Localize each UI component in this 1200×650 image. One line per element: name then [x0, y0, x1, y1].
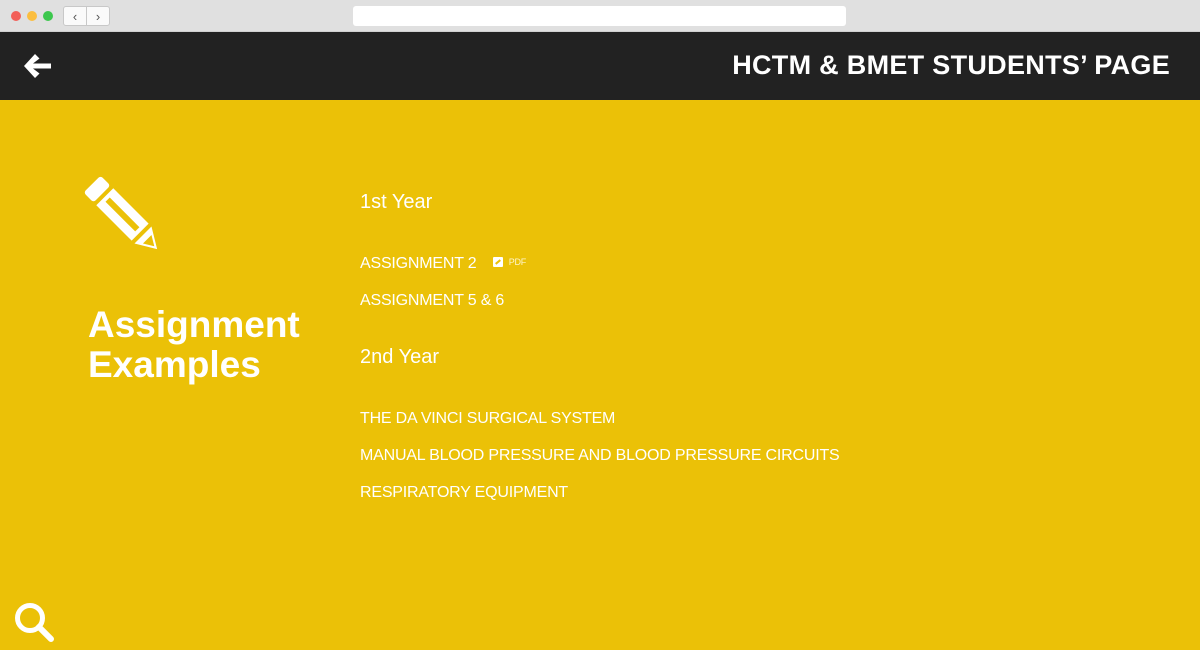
minimize-window-button[interactable] — [27, 11, 37, 21]
main-content: Assignment Examples 1st Year ASSIGNMENT … — [0, 100, 1200, 650]
assignment-link[interactable]: ASSIGNMENT 5 & 6 — [360, 292, 504, 310]
pdf-icon — [492, 256, 503, 267]
assignment-link[interactable]: RESPIRATORY EQUIPMENT — [360, 484, 568, 502]
site-header: HCTM & BMET STUDENTS’ PAGE — [0, 32, 1200, 100]
assignment-link-label: ASSIGNMENT 2 — [360, 255, 477, 272]
browser-back-button[interactable]: ‹ — [64, 7, 86, 25]
page-title-line-2: Examples — [88, 344, 261, 385]
address-bar[interactable] — [353, 6, 846, 26]
pdf-badge-label: PDF — [508, 256, 527, 267]
page-title: Assignment Examples — [88, 305, 300, 385]
search-icon[interactable] — [12, 600, 56, 644]
pdf-badge[interactable]: PDF — [492, 256, 527, 267]
pencil-icon — [80, 172, 172, 264]
browser-chrome: ‹ › — [0, 0, 1200, 32]
year-heading-1: 1st Year — [360, 191, 433, 213]
maximize-window-button[interactable] — [43, 11, 53, 21]
site-title: HCTM & BMET STUDENTS’ PAGE — [732, 50, 1170, 80]
year-heading-2: 2nd Year — [360, 346, 439, 368]
back-arrow-icon[interactable] — [20, 49, 54, 83]
assignment-link[interactable]: THE DA VINCI SURGICAL SYSTEM — [360, 410, 615, 428]
browser-nav-buttons: ‹ › — [63, 6, 110, 26]
browser-forward-button[interactable]: › — [86, 7, 109, 25]
assignment-link[interactable]: MANUAL BLOOD PRESSURE AND BLOOD PRESSURE… — [360, 447, 840, 465]
assignment-link[interactable]: ASSIGNMENT 2 PDF — [360, 255, 526, 273]
page-title-line-1: Assignment — [88, 304, 300, 345]
close-window-button[interactable] — [11, 11, 21, 21]
